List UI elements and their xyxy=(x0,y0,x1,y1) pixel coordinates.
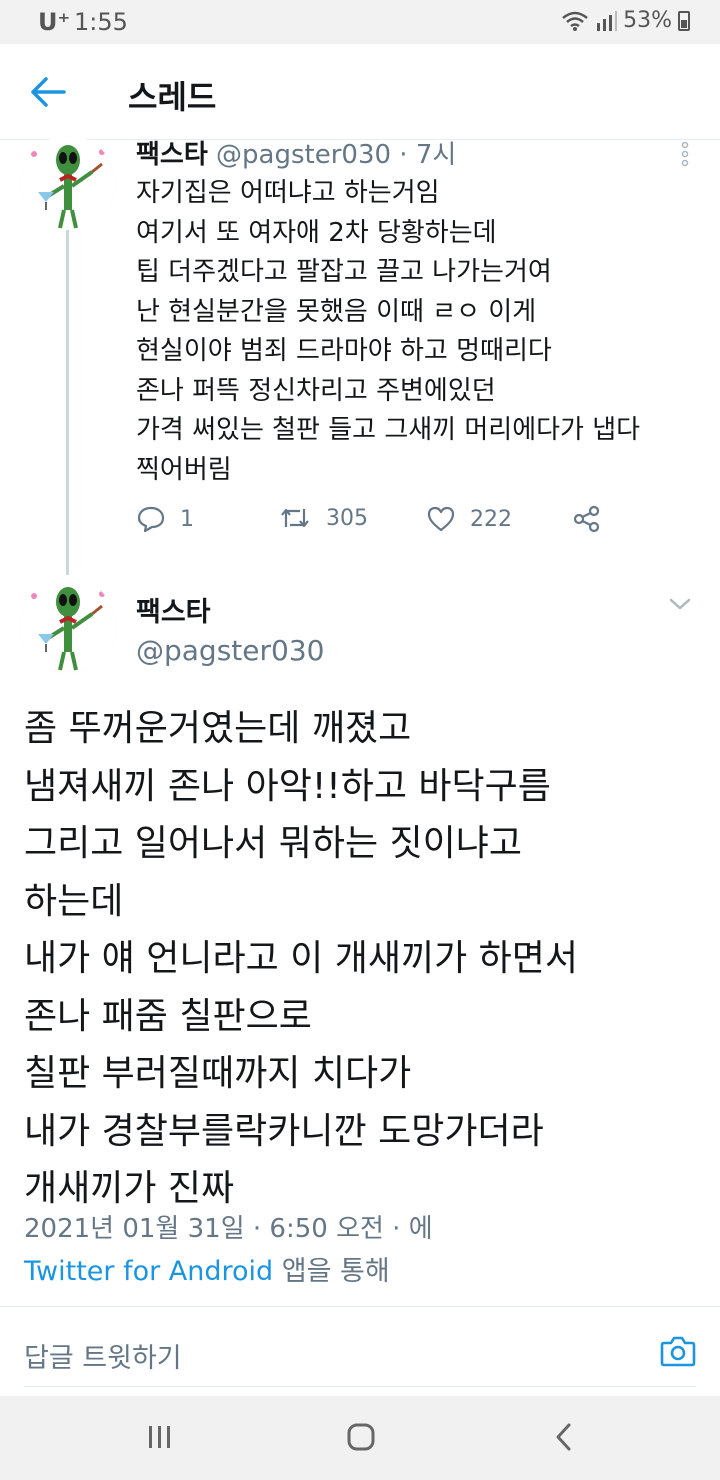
reply-icon xyxy=(137,506,165,533)
retweet-count: 305 xyxy=(326,505,368,531)
avatar[interactable] xyxy=(20,578,116,674)
status-bar: U⁺ 1:55 53% xyxy=(0,0,720,44)
heart-icon xyxy=(427,506,455,532)
tweet-line: 존나 패줌 칠판으로 xyxy=(24,995,312,1037)
tweet-line: 가격 써있는 철판 들고 그새끼 머리에다가 냅다 xyxy=(136,415,641,445)
tweet-line: 찍어버림 xyxy=(136,454,232,485)
dot-separator: · xyxy=(399,140,408,170)
recent-apps-icon[interactable] xyxy=(146,1424,174,1450)
retweet-button[interactable]: 305 xyxy=(278,505,368,531)
divider xyxy=(24,1386,696,1387)
system-nav-bar xyxy=(0,1396,720,1480)
tweet-actions: 1 305 222 xyxy=(136,505,616,545)
clock: 1:55 xyxy=(74,8,128,36)
back-icon[interactable] xyxy=(554,1422,574,1452)
tweet-timestamp: 2021년 01월 31일 · 6:50 오전 · 에 xyxy=(24,1214,433,1244)
tweet-line: 내가 경찰부를락카니깐 도망가더라 xyxy=(24,1110,544,1152)
app-header: 스레드 xyxy=(0,44,720,140)
author-name[interactable]: 팩스타 xyxy=(136,140,208,170)
divider xyxy=(0,1306,720,1307)
tweet-text: 자기집은 어떠냐고 하는거임 여기서 또 여자애 2차 당황하는데 팁 더주겠다… xyxy=(136,174,640,490)
author-handle[interactable]: @pagster030 xyxy=(136,634,324,667)
tweet-line: 존나 퍼뜩 정신차리고 주변에있던 xyxy=(136,375,496,406)
like-count: 222 xyxy=(470,506,512,532)
reply-button[interactable]: 1 xyxy=(136,505,194,533)
tweet-header: 팩스타 @pagster030 · 7시 xyxy=(136,134,456,171)
tweet-line: 하는데 xyxy=(24,880,124,922)
page-title: 스레드 xyxy=(128,78,217,116)
battery-percent: 53% xyxy=(623,8,672,33)
share-icon xyxy=(573,505,600,533)
thread-connector-line xyxy=(66,230,69,575)
tweet-line: 자기집은 어떠냐고 하는거임 xyxy=(136,178,440,208)
tweet-line: 좀 뚜꺼운거였는데 깨졌고 xyxy=(24,708,412,749)
tweet-line: 난 현실분간을 못했음 이때 ㄹㅇ 이게 xyxy=(136,296,537,327)
back-arrow-icon[interactable] xyxy=(28,74,68,110)
reply-input[interactable]: 답글 트윗하기 xyxy=(24,1336,182,1375)
tweet-line: 팁 더주겠다고 팔잡고 끌고 나가는거여 xyxy=(136,257,552,287)
battery-icon xyxy=(678,10,690,31)
status-icons: 53% xyxy=(561,8,690,33)
camera-icon[interactable] xyxy=(660,1334,696,1368)
tweet-line: 냄져새끼 존나 아악!!하고 바닥구름 xyxy=(24,765,551,807)
home-icon[interactable] xyxy=(346,1422,376,1452)
tweet-time: 7시 xyxy=(415,140,457,170)
reply-count: 1 xyxy=(180,506,194,532)
source-link[interactable]: Twitter for Android xyxy=(24,1256,273,1287)
wifi-icon xyxy=(562,11,588,31)
author-name[interactable]: 팩스타 xyxy=(136,590,211,629)
tweet-line: 여기서 또 여자애 2차 당황하는데 xyxy=(136,217,497,248)
author-handle[interactable]: @pagster030 xyxy=(216,140,391,170)
chevron-down-icon[interactable] xyxy=(668,596,692,612)
tweet-text: 좀 뚜꺼운거였는데 깨졌고 냄져새끼 존나 아악!!하고 바닥구름 그리고 일어… xyxy=(24,700,578,1218)
tweet-line: 그리고 일어나서 뭐하는 짓이냐고 xyxy=(24,823,523,864)
like-button[interactable]: 222 xyxy=(426,505,512,533)
more-options-icon[interactable] xyxy=(678,140,692,168)
retweet-icon xyxy=(281,508,309,528)
alien-avatar-icon xyxy=(20,136,116,232)
tweet-source: Twitter for Android 앱을 통해 xyxy=(24,1249,390,1288)
alien-avatar-icon xyxy=(20,578,116,674)
tweet-line: 내가 얘 언니라고 이 개새끼가 하면서 xyxy=(24,938,579,979)
signal-icon xyxy=(597,10,618,31)
tweet-line: 현실이야 범죄 드라마야 하고 멍때리다 xyxy=(136,336,552,366)
tweet-line: 칠판 부러질때까지 치다가 xyxy=(24,1053,412,1094)
carrier-label: U⁺ xyxy=(38,8,71,36)
source-suffix: 앱을 통해 xyxy=(273,1256,390,1287)
share-button[interactable] xyxy=(572,505,602,533)
avatar[interactable] xyxy=(20,136,116,232)
